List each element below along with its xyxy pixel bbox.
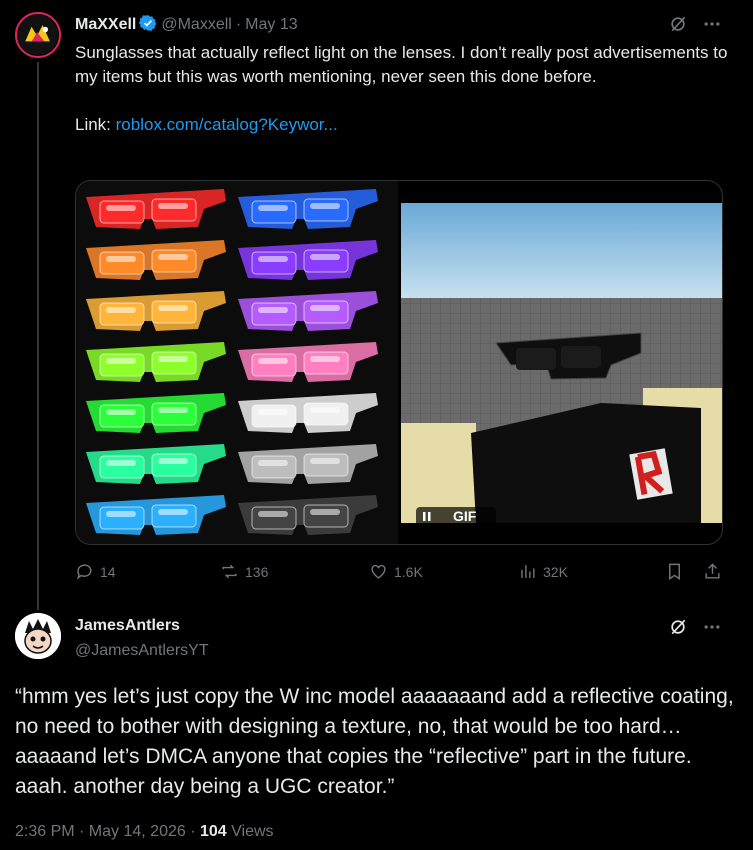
retweet-button[interactable]: 136 xyxy=(220,562,268,581)
roblox-scene-graphic xyxy=(401,203,722,523)
sunglasses-item xyxy=(86,444,226,484)
gif-preview[interactable]: GIF xyxy=(401,203,722,523)
media-container[interactable]: GIF xyxy=(75,180,723,545)
view-count: 32K xyxy=(543,563,568,580)
share-button[interactable] xyxy=(703,562,722,581)
tweet-actions: 14 136 1.6K 32K xyxy=(75,562,725,586)
sunglasses-item xyxy=(238,495,378,535)
sunglasses-item xyxy=(238,240,378,280)
sunglasses-item xyxy=(238,291,378,331)
display-name[interactable]: MaXXell xyxy=(75,16,136,33)
reply-meta: 2:36 PM · May 14, 2026 · 104 Views xyxy=(15,823,274,841)
sunglasses-item xyxy=(86,189,226,229)
bookmark-icon xyxy=(669,563,680,580)
analytics-icon xyxy=(521,565,535,578)
avatar-logo-icon xyxy=(17,14,59,56)
sunglasses-item xyxy=(86,393,226,433)
reply-count: 14 xyxy=(100,563,116,580)
reply-more-options-icon[interactable] xyxy=(702,617,722,642)
post-date[interactable]: May 13 xyxy=(245,16,297,33)
reply-grok-icon[interactable] xyxy=(668,617,688,642)
reply-views-count: 104 xyxy=(199,823,227,840)
sunglasses-item xyxy=(86,240,226,280)
reply-timestamp[interactable]: 2:36 PM · May 14, 2026 · xyxy=(15,823,200,840)
views-button[interactable]: 32K xyxy=(518,562,568,581)
tweet-body: Sunglasses that actually reflect light o… xyxy=(75,43,728,86)
reply-avatar[interactable] xyxy=(15,613,61,659)
tweet-header: MaXXell @Maxxell · May 13 xyxy=(75,14,298,34)
bookmark-button[interactable] xyxy=(665,562,684,581)
reply-text: “hmm yes let’s just copy the W inc model… xyxy=(15,685,734,798)
grok-icon[interactable] xyxy=(668,14,688,39)
sunglasses-item xyxy=(86,291,226,331)
verified-badge-icon xyxy=(139,15,157,32)
sunglasses-item xyxy=(86,495,226,535)
avatar-cartoon-icon xyxy=(15,613,61,659)
sunglasses-item xyxy=(86,342,226,382)
like-count: 1.6K xyxy=(394,563,423,580)
sunglasses-item xyxy=(238,342,378,382)
heart-icon xyxy=(371,564,386,579)
reply-icon xyxy=(76,564,92,580)
tweet-text: Sunglasses that actually reflect light o… xyxy=(75,41,730,137)
like-button[interactable]: 1.6K xyxy=(369,562,423,581)
share-icon xyxy=(705,563,720,579)
reply-button[interactable]: 14 xyxy=(75,562,116,581)
sunglasses-grid-graphic xyxy=(86,189,378,535)
avatar[interactable] xyxy=(15,12,61,58)
more-options-icon[interactable] xyxy=(702,14,722,39)
reply-views-label: Views xyxy=(226,823,274,840)
sunglasses-item xyxy=(238,393,378,433)
sunglasses-grid-image[interactable] xyxy=(76,181,398,544)
sunglasses-item xyxy=(238,189,378,229)
sunglasses-item xyxy=(238,444,378,484)
thread-line xyxy=(37,62,39,610)
reply-handle[interactable]: @JamesAntlersYT xyxy=(75,642,209,660)
reply-display-name[interactable]: JamesAntlers xyxy=(75,617,180,635)
link-label: Link: xyxy=(75,115,116,134)
catalog-link[interactable]: roblox.com/catalog?Keywor... xyxy=(116,115,338,134)
gif-badge: GIF xyxy=(453,508,477,523)
retweet-icon xyxy=(222,564,237,579)
separator: · xyxy=(235,16,242,33)
handle[interactable]: @Maxxell xyxy=(161,16,231,33)
retweet-count: 136 xyxy=(245,563,269,580)
